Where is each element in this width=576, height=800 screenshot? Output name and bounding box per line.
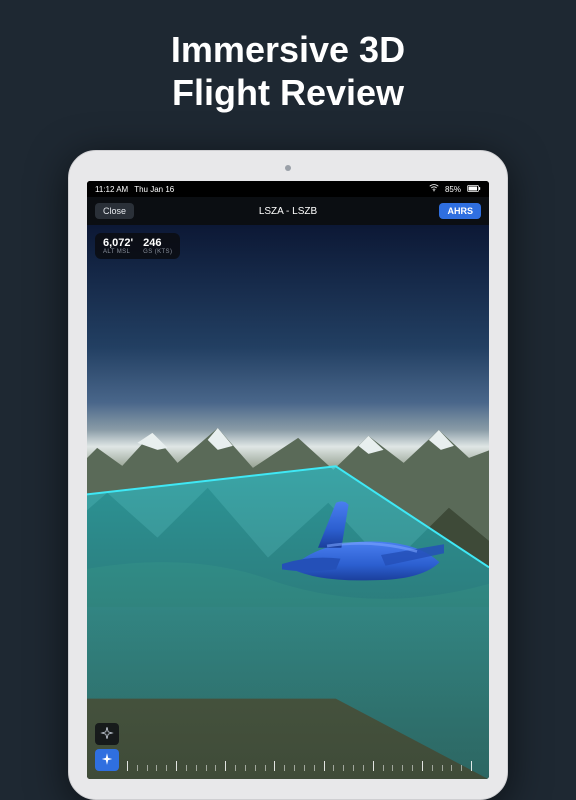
- telemetry-panel: 6,072' ALT MSL 246 GS (KTS): [95, 233, 180, 259]
- aircraft-model: [264, 491, 444, 601]
- altitude-label: ALT MSL: [103, 249, 130, 255]
- status-battery: 85%: [445, 185, 461, 194]
- status-date: Thu Jan 16: [134, 185, 174, 194]
- ahrs-button[interactable]: AHRS: [439, 203, 481, 219]
- close-button-label: Close: [103, 206, 126, 216]
- flight-3d-view[interactable]: 6,072' ALT MSL 246 GS (KTS): [87, 225, 489, 779]
- view-toggle-top[interactable]: [95, 723, 119, 745]
- view-toggle-controls: [95, 723, 119, 771]
- ipad-device-frame: 11:12 AM Thu Jan 16 85% Close LSZA - LSZ…: [68, 150, 508, 800]
- plane-outline-icon: [100, 726, 114, 743]
- groundspeed-label: GS (KTS): [143, 249, 172, 255]
- groundspeed-value: 246: [143, 237, 161, 249]
- plane-filled-icon: [100, 752, 114, 769]
- status-time: 11:12 AM: [95, 185, 128, 194]
- device-screen: 11:12 AM Thu Jan 16 85% Close LSZA - LSZ…: [87, 181, 489, 779]
- device-camera-dot: [285, 165, 291, 171]
- altitude-readout: 6,072' ALT MSL: [103, 237, 133, 255]
- flight-path-ribbon: [87, 436, 489, 779]
- headline-line-1: Immersive 3D: [0, 28, 576, 71]
- groundspeed-readout: 246 GS (KTS): [143, 237, 172, 255]
- timeline-scrubber[interactable]: [127, 747, 481, 771]
- marketing-headline: Immersive 3D Flight Review: [0, 0, 576, 114]
- close-button[interactable]: Close: [95, 203, 134, 219]
- headline-line-2: Flight Review: [0, 71, 576, 114]
- route-title: LSZA - LSZB: [259, 206, 317, 217]
- battery-icon: [467, 185, 481, 194]
- altitude-value: 6,072': [103, 237, 133, 249]
- ahrs-button-label: AHRS: [447, 206, 473, 216]
- ios-status-bar: 11:12 AM Thu Jan 16 85%: [87, 181, 489, 197]
- app-nav-bar: Close LSZA - LSZB AHRS: [87, 197, 489, 225]
- wifi-icon: [429, 184, 439, 194]
